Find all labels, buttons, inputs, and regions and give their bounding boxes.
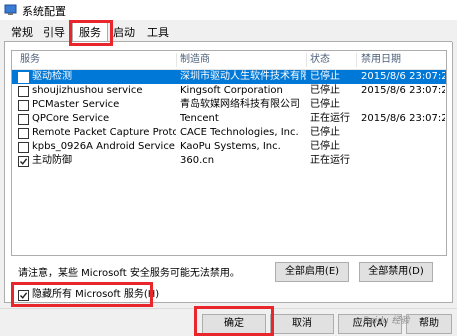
column-divider[interactable] xyxy=(356,53,357,67)
help-button[interactable]: 帮助 xyxy=(406,314,452,334)
row-checkbox[interactable] xyxy=(18,142,29,153)
service-status: 已停止 xyxy=(310,127,340,138)
row-checkbox[interactable] xyxy=(18,100,29,111)
tab-tools[interactable]: 工具 xyxy=(144,25,172,41)
window-title: 系统配置 xyxy=(22,5,66,18)
service-status: 正在运行 xyxy=(310,113,350,124)
highlight-box-ok xyxy=(194,306,274,336)
service-status: 正在运行 xyxy=(310,155,350,166)
service-maker: 深圳市驱动人生软件技术有限... xyxy=(180,71,306,82)
table-row[interactable]: Remote Packet Capture Protocol... CACE T… xyxy=(12,126,446,140)
service-disabled-date xyxy=(361,98,445,112)
tab-startup[interactable]: 启动 xyxy=(110,25,138,41)
highlight-box-hide-ms xyxy=(11,282,153,307)
service-name: shoujizhushou service xyxy=(32,85,143,96)
service-maker: 360.cn xyxy=(180,155,215,166)
service-disabled-date xyxy=(361,140,445,154)
service-name: Remote Packet Capture Protocol... xyxy=(32,127,176,138)
service-status: 已停止 xyxy=(310,141,340,152)
services-list[interactable]: 服务 制造商 状态 禁用日期 驱动检测 深圳市驱动人生软件技术有限... 已停止… xyxy=(11,50,447,256)
table-row[interactable]: QPCore Service Tencent 正在运行 2015/8/6 23:… xyxy=(12,112,446,126)
service-status: 已停止 xyxy=(310,99,340,110)
row-checkbox[interactable] xyxy=(18,86,29,97)
service-maker: Tencent xyxy=(180,113,219,124)
watermark: Baidu 经验 xyxy=(363,316,410,326)
column-header-service[interactable]: 服务 xyxy=(20,51,40,69)
column-header-status[interactable]: 状态 xyxy=(310,51,330,69)
table-row[interactable]: 驱动检测 深圳市驱动人生软件技术有限... 已停止 2015/8/6 23:07… xyxy=(12,70,446,84)
service-maker: KaoPu Systems, Inc. xyxy=(180,141,281,152)
security-note: 请注意，某些 Microsoft 安全服务可能无法禁用。 xyxy=(18,268,240,279)
table-row[interactable]: PCMaster Service 青岛软媒网络科技有限公司 已停止 xyxy=(12,98,446,112)
enable-all-button[interactable]: 全部启用(E) xyxy=(275,262,349,282)
row-checkbox[interactable] xyxy=(18,156,29,167)
column-divider[interactable] xyxy=(176,53,177,67)
table-row[interactable]: shoujizhushou service Kingsoft Corporati… xyxy=(12,84,446,98)
title-bar: 系统配置 xyxy=(0,0,457,20)
service-maker: CACE Technologies, Inc. xyxy=(180,127,299,138)
service-disabled-date xyxy=(361,154,445,168)
service-disabled-date: 2015/8/6 23:07:22 xyxy=(361,113,445,124)
column-divider[interactable] xyxy=(306,53,307,67)
service-status: 已停止 xyxy=(310,71,340,82)
list-header: 服务 制造商 状态 禁用日期 xyxy=(12,51,446,70)
table-row[interactable]: kpbs_0926A Android Service KaoPu Systems… xyxy=(12,140,446,154)
service-status: 已停止 xyxy=(310,85,340,96)
service-name: PCMaster Service xyxy=(32,99,120,110)
tab-boot[interactable]: 引导 xyxy=(40,25,68,41)
tab-general[interactable]: 常规 xyxy=(10,25,34,41)
table-row[interactable]: 主动防御 360.cn 正在运行 xyxy=(12,154,446,168)
checkmark-icon xyxy=(19,158,28,165)
row-checkbox[interactable] xyxy=(18,114,29,125)
service-disabled-date: 2015/8/6 23:07:22 xyxy=(361,85,445,96)
msconfig-icon xyxy=(4,4,17,15)
disable-all-button[interactable]: 全部禁用(D) xyxy=(359,262,433,282)
column-header-disabled-date[interactable]: 禁用日期 xyxy=(361,51,401,69)
cancel-button[interactable]: 取消 xyxy=(270,314,334,334)
row-checkbox[interactable] xyxy=(18,128,29,139)
service-name: QPCore Service xyxy=(32,113,110,124)
service-disabled-date: 2015/8/6 23:07:22 xyxy=(361,71,445,82)
service-name: 主动防御 xyxy=(32,155,72,166)
service-name: kpbs_0926A Android Service xyxy=(32,141,175,152)
service-disabled-date xyxy=(361,126,445,140)
service-maker: 青岛软媒网络科技有限公司 xyxy=(180,99,300,110)
highlight-box-services-tab xyxy=(69,20,113,46)
service-name: 驱动检测 xyxy=(32,71,72,82)
service-maker: Kingsoft Corporation xyxy=(180,85,283,96)
column-header-maker[interactable]: 制造商 xyxy=(180,51,210,69)
row-checkbox[interactable] xyxy=(18,72,29,83)
